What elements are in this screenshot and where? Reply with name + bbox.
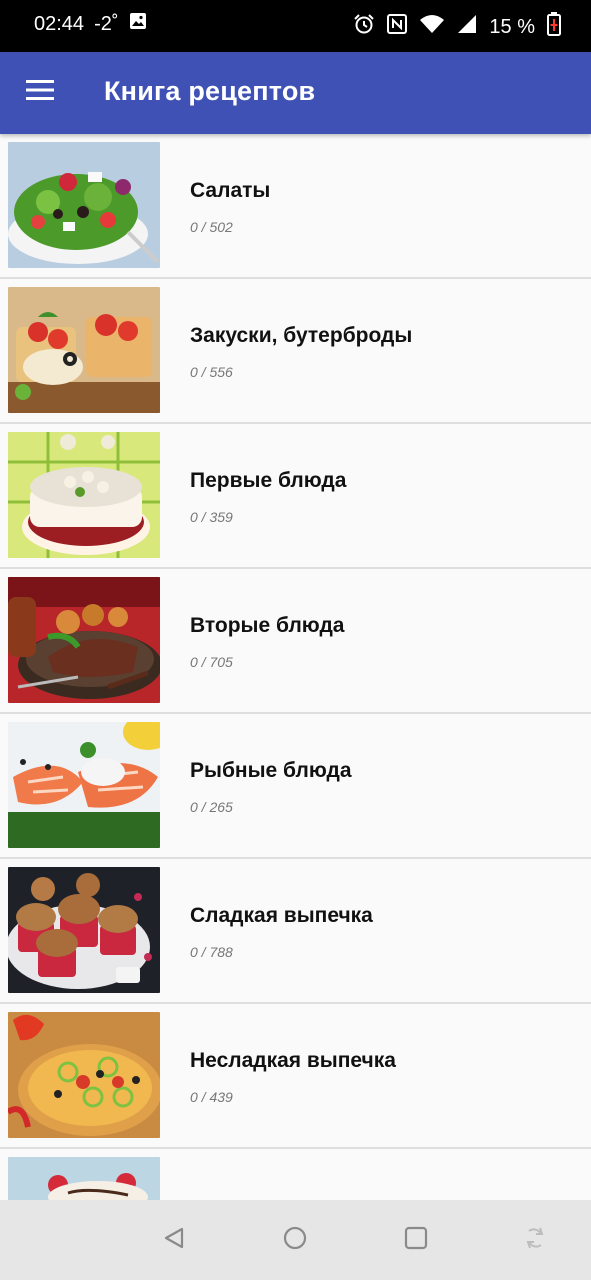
rotate-button[interactable] [519, 1224, 551, 1256]
category-item-salads[interactable]: Салаты 0 / 502 [0, 134, 591, 279]
status-time: 02:44 [34, 12, 85, 35]
salads-image [8, 142, 160, 268]
sweet-pastry-image [8, 867, 160, 993]
rotate-icon [524, 1226, 546, 1255]
menu-icon [26, 79, 54, 106]
category-count: 0 / 556 [190, 364, 233, 380]
system-navigation-bar [0, 1200, 591, 1280]
snacks-image [8, 287, 160, 413]
category-item-partial[interactable] [0, 1149, 591, 1200]
category-item-sweet-pastry[interactable]: Сладкая выпечка 0 / 788 [0, 859, 591, 1004]
category-count: 0 / 359 [190, 509, 233, 525]
category-item-savory-pastry[interactable]: Несладкая выпечка 0 / 439 [0, 1004, 591, 1149]
home-button[interactable] [279, 1224, 311, 1256]
category-title: Закуски, бутерброды [190, 324, 413, 347]
status-left: 02:44 -2˚ [34, 12, 147, 36]
category-item-main-courses[interactable]: Вторые блюда 0 / 705 [0, 569, 591, 714]
fish-dishes-image [8, 722, 160, 848]
category-title: Несладкая выпечка [190, 1049, 396, 1072]
menu-button[interactable] [22, 74, 58, 110]
category-title: Вторые блюда [190, 614, 345, 637]
category-count: 0 / 788 [190, 944, 233, 960]
category-title: Салаты [190, 179, 271, 202]
category-count: 0 / 502 [190, 219, 233, 235]
image-icon [129, 12, 147, 36]
category-count: 0 / 265 [190, 799, 233, 815]
category-list[interactable]: Салаты 0 / 502 Закуски, бутерброды 0 / 5… [0, 134, 591, 1200]
app-bar: Книга рецептов [0, 52, 591, 134]
recents-icon [404, 1226, 428, 1255]
category-item-snacks[interactable]: Закуски, бутерброды 0 / 556 [0, 279, 591, 424]
wifi-icon [419, 14, 445, 40]
status-temperature: -2˚ [94, 12, 119, 35]
category-item-first-courses[interactable]: Первые блюда 0 / 359 [0, 424, 591, 569]
home-icon [283, 1226, 307, 1255]
alarm-icon [353, 13, 375, 41]
app-title: Книга рецептов [104, 76, 316, 106]
category-count: 0 / 705 [190, 654, 233, 670]
status-battery-percent: 15 % [489, 15, 535, 38]
back-icon [162, 1226, 186, 1255]
signal-icon [457, 14, 477, 40]
recents-button[interactable] [400, 1224, 432, 1256]
status-bar: 02:44 -2˚ 15 % [0, 0, 591, 52]
partial-category-image [8, 1157, 160, 1200]
category-title: Рыбные блюда [190, 759, 352, 782]
savory-pastry-image [8, 1012, 160, 1138]
category-item-fish-dishes[interactable]: Рыбные блюда 0 / 265 [0, 714, 591, 859]
status-right: 15 % [353, 12, 561, 42]
category-title: Первые блюда [190, 469, 347, 492]
back-button[interactable] [158, 1224, 190, 1256]
category-count: 0 / 439 [190, 1089, 233, 1105]
main-courses-image [8, 577, 160, 703]
first-courses-image [8, 432, 160, 558]
category-title: Сладкая выпечка [190, 904, 373, 927]
battery-icon [547, 12, 561, 42]
nfc-icon [387, 14, 408, 40]
